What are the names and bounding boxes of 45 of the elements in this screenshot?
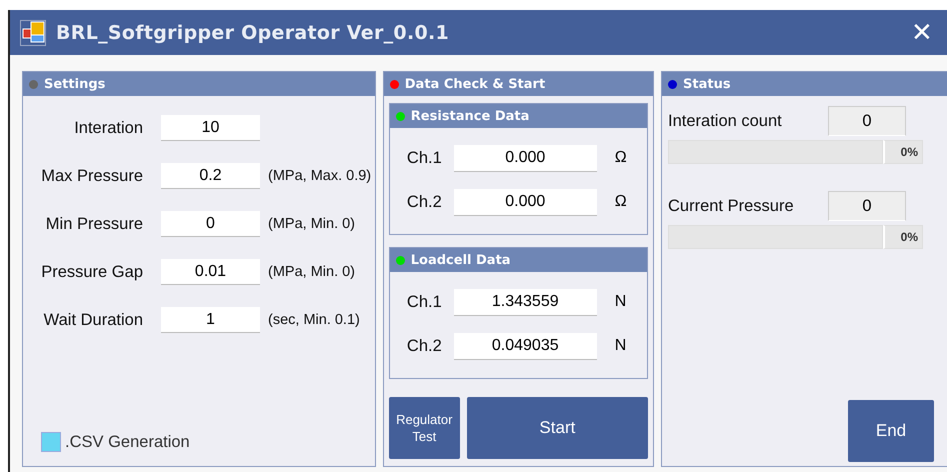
value-field[interactable]: 0.000 <box>454 144 597 172</box>
end-button[interactable]: End <box>848 400 934 462</box>
percent-label: 0% <box>883 225 923 249</box>
panel-title: Status <box>683 76 731 92</box>
input-field[interactable]: 0.2 <box>161 163 260 189</box>
field-label: Min Pressure <box>44 214 143 234</box>
panel-title: Data Check & Start <box>404 76 546 92</box>
field-hint: (MPa, Min. 0) <box>268 264 356 280</box>
field-hint: (MPa, Min. 0) <box>268 216 356 232</box>
close-button[interactable]: ✕ <box>897 18 941 48</box>
input-field[interactable]: 0 <box>161 211 260 237</box>
field-label: Interation <box>73 118 143 138</box>
start-button[interactable]: Start <box>466 397 648 459</box>
checkbox[interactable] <box>41 432 61 452</box>
group-title: Resistance Data <box>410 108 530 124</box>
window-title: BRL_Softgripper Operator Ver_0.0.1 <box>56 22 450 44</box>
channel-label: Ch.2 <box>406 192 442 212</box>
app-icon <box>20 20 46 46</box>
channel-label: Ch.1 <box>406 292 442 312</box>
regulator-test-button[interactable]: Regulator Test <box>388 397 460 459</box>
value-field[interactable]: 1.343559 <box>454 288 597 316</box>
unit-label: N <box>614 337 626 355</box>
value-field[interactable]: 0.049035 <box>454 332 597 360</box>
value-display: 0 <box>828 106 906 136</box>
status-label: Interation count <box>668 112 782 130</box>
field-label: Pressure Gap <box>40 262 143 282</box>
input-field[interactable]: 1 <box>161 307 260 333</box>
channel-label: Ch.2 <box>406 336 442 356</box>
input-field[interactable]: 0.01 <box>161 259 260 285</box>
value-field[interactable]: 0.000 <box>454 188 597 216</box>
checkbox-label: .CSV Generation <box>65 432 190 452</box>
panel-title: Settings <box>44 76 106 92</box>
input-field[interactable]: 10 <box>161 115 260 141</box>
unit-label: Ω <box>614 193 627 211</box>
field-hint: (sec, Min. 0.1) <box>268 312 360 328</box>
value-display: 0 <box>828 191 906 221</box>
unit-label: N <box>614 293 626 311</box>
status-label: Current Pressure <box>668 196 794 216</box>
field-hint: (MPa, Max. 0.9) <box>268 168 372 184</box>
channel-label: Ch.1 <box>406 148 442 168</box>
field-label: Max Pressure <box>40 166 143 186</box>
unit-label: Ω <box>614 149 627 167</box>
percent-label: 0% <box>883 140 923 164</box>
group-title: Loadcell Data <box>410 252 511 268</box>
field-label: Wait Duration <box>42 310 143 330</box>
